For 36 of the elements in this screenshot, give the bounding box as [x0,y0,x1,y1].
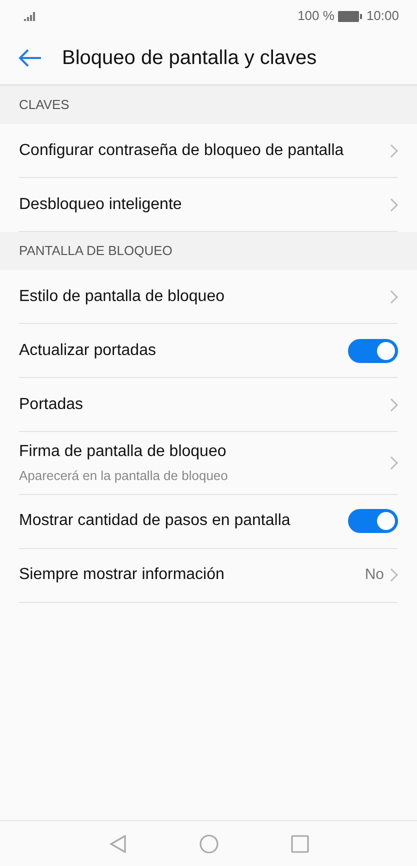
toggle-switch[interactable] [348,338,398,362]
clock: 10:00 [366,7,399,26]
settings-row[interactable]: Portadas [19,378,398,432]
setting-label: Siempre mostrar información [19,565,226,585]
settings-row[interactable]: Actualizar portadas [19,324,398,378]
battery-percent: 100 % [298,7,334,26]
recents-icon[interactable] [290,834,308,852]
setting-label: Actualizar portadas [19,340,157,360]
setting-label: Estilo de pantalla de bloqueo [19,286,226,306]
settings-row[interactable]: Firma de pantalla de bloqueo Aparecerá en la pantalla de bloqueo [19,432,398,494]
chevron-right-icon [390,290,398,304]
chevron-right-icon [390,198,398,212]
setting-label: Portadas [19,394,84,414]
screen-title: Bloqueo de pantalla y claves [62,46,317,71]
chevron-right-icon [390,144,398,158]
setting-label: Desbloqueo inteligente [19,194,183,214]
battery-icon [338,10,362,22]
setting-description: Aparecerá en la pantalla de bloqueo [19,467,229,485]
chevron-right-icon [390,456,398,470]
settings-row[interactable]: Siempre mostrar información No [19,548,398,602]
settings-row[interactable]: Mostrar cantidad de pasos en pantalla [19,494,398,548]
back-arrow-icon[interactable] [18,48,42,68]
chevron-right-icon [390,568,398,582]
section-header: CLAVES [19,96,70,114]
toggle-switch[interactable] [348,509,398,533]
setting-label: Firma de pantalla de bloqueo [19,442,228,462]
back-icon[interactable] [108,834,126,854]
home-icon[interactable] [198,834,218,854]
setting-label: Mostrar cantidad de pasos en pantalla [19,511,292,531]
signal-icon [24,11,37,21]
setting-label: Configurar contraseña de bloqueo de pantalla [19,140,345,160]
settings-row[interactable]: Estilo de pantalla de bloqueo [19,270,398,324]
section-header: PANTALLA DE BLOQUEO [19,242,172,260]
setting-value: No [364,564,384,585]
chevron-right-icon [390,398,398,412]
settings-row[interactable]: Configurar contraseña de bloqueo de pantalla [19,124,398,178]
